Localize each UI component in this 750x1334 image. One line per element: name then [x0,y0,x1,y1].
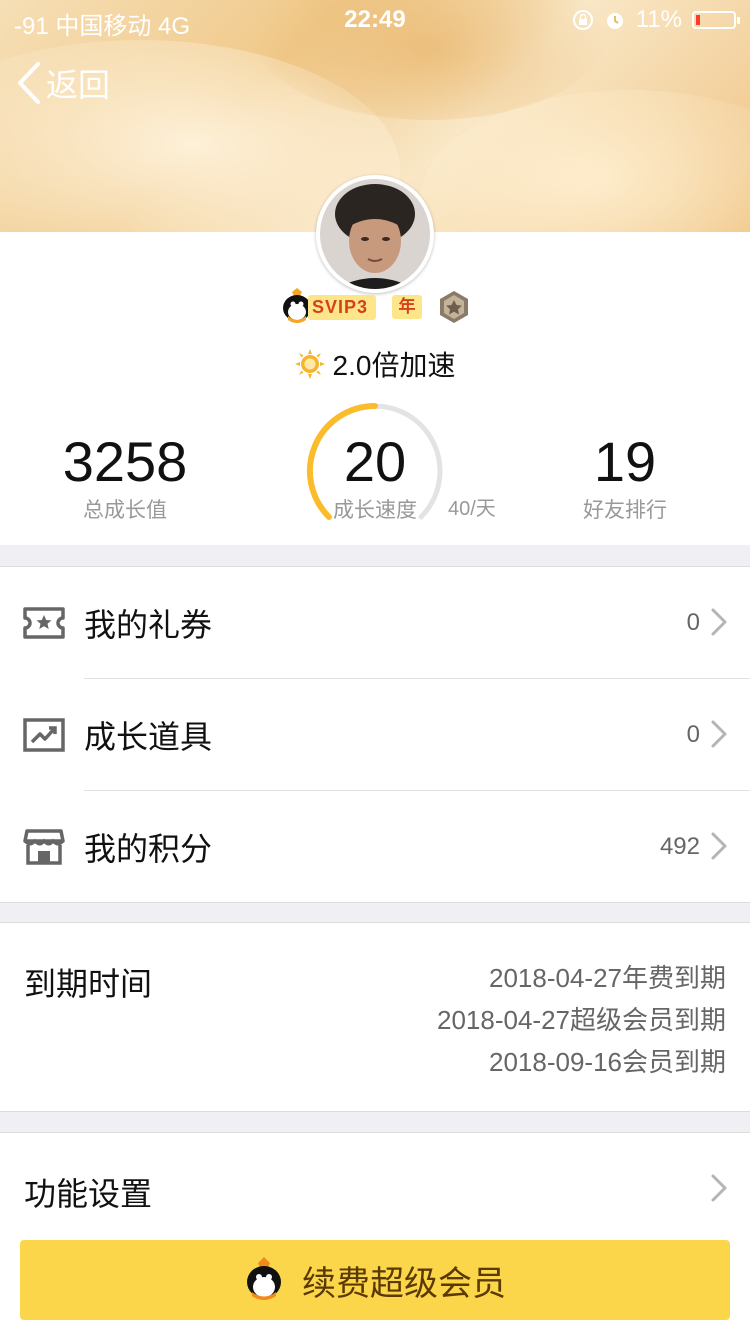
expiry-annual: 2018-04-27年费到期 [489,963,726,993]
growth-chart-icon [23,718,65,752]
growth-speed-value: 20 [343,430,407,493]
friend-rank-stat[interactable]: 19 好友排行 [545,432,705,524]
svip-level-label: SVIP3 [307,294,377,320]
list-item-growth-items[interactable]: 成长道具 0 [0,679,750,790]
coupons-label: 我的礼券 [84,606,213,643]
avatar[interactable] [316,175,434,293]
total-growth-stat[interactable]: 3258 总成长值 [40,432,210,524]
chevron-right-icon [711,1174,727,1202]
list-item-coupons[interactable]: 我的礼券 0 [0,567,750,678]
battery-percent: 11% [635,6,682,33]
expiry-title: 到期时间 [24,966,153,1002]
chevron-right-icon [711,832,727,860]
svip-badge[interactable]: SVIP3 [280,288,377,323]
function-settings-label: 功能设置 [24,1176,153,1212]
renew-label: 续费超级会员 [302,1264,506,1303]
friend-rank-label: 好友排行 [583,499,667,522]
growth-items-count: 0 [686,720,700,748]
speed-text: 2.0倍加速 [332,350,456,381]
chevron-right-icon [711,720,727,748]
function-settings-row[interactable]: 功能设置 [0,1133,750,1243]
expiry-section: 到期时间 2018-04-27年费到期 2018-04-27超级会员到期 201… [0,922,750,1112]
coupons-count: 0 [686,608,700,636]
friend-rank-value: 19 [593,430,657,493]
battery-icon [692,11,740,29]
expiry-dates: 2018-04-27年费到期 2018-04-27超级会员到期 2018-09-… [437,957,726,1083]
benefits-list: 我的礼券 0 成长道具 0 我的积分 492 [0,566,750,903]
year-badge[interactable]: 年 [392,295,423,319]
status-bar: -91 中国移动 4G 22:49 11% [0,0,750,40]
qq-penguin-icon [247,1257,281,1300]
rotation-lock-icon [572,10,593,30]
rank-medal-icon[interactable] [438,290,470,324]
sun-badge-icon [294,349,325,379]
avatar-photo [320,179,430,289]
growth-items-label: 成长道具 [84,718,213,755]
total-growth-label: 总成长值 [83,499,167,522]
speed-multiplier: 2.0倍加速 [0,344,750,384]
list-item-points[interactable]: 我的积分 492 [0,791,750,902]
status-right: 11% [572,6,740,34]
alarm-icon [606,13,623,29]
expiry-super-vip: 2018-04-27超级会员到期 [437,1005,726,1035]
renew-super-vip-button[interactable]: 续费超级会员 [20,1240,730,1320]
back-button[interactable]: 返回 [16,60,110,106]
expiry-vip: 2018-09-16会员到期 [489,1047,726,1077]
vip-badges: SVIP3 年 [0,288,750,324]
chevron-left-icon [18,62,40,104]
back-label: 返回 [46,67,111,103]
growth-speed-label: 成长速度 [333,499,417,522]
growth-speed-stat[interactable]: 20 成长速度 [300,432,450,524]
total-growth-value: 3258 [62,430,188,493]
points-label: 我的积分 [84,830,213,867]
vip-center-screen: -91 中国移动 4G 22:49 11% 返回 SVIP3 年 2.0倍加速 … [0,0,750,1334]
growth-speed-max: 40/天 [448,498,496,520]
chevron-right-icon [711,608,727,636]
coupon-ticket-icon [23,607,65,639]
points-count: 492 [659,832,700,860]
store-icon [23,829,65,865]
